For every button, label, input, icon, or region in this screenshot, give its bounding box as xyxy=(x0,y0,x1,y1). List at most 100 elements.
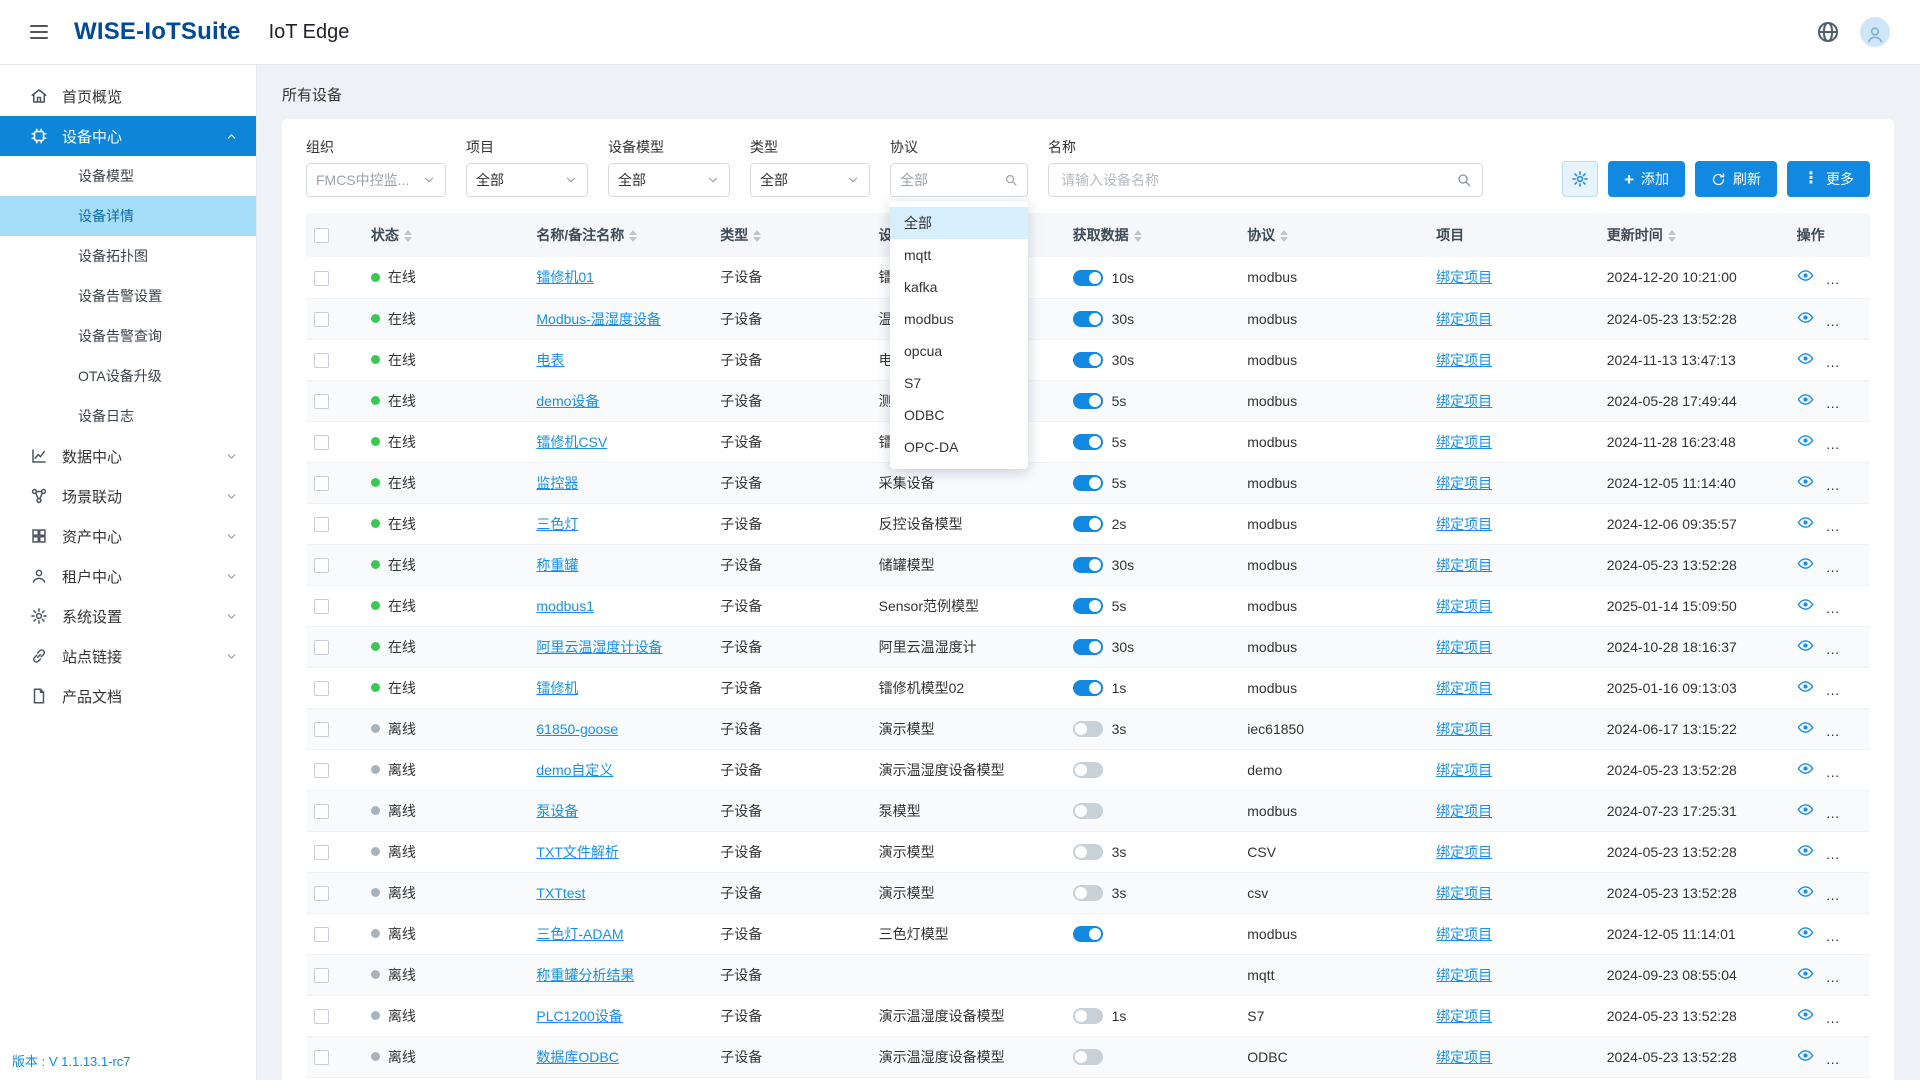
row-settings-gear-icon[interactable] xyxy=(1855,350,1870,367)
project-filter-select[interactable]: 全部 xyxy=(466,163,588,197)
device-name-input[interactable] xyxy=(1059,171,1456,189)
sort-icon[interactable] xyxy=(753,230,761,242)
device-name-link[interactable]: 监控器 xyxy=(536,475,578,491)
preview-eye-icon[interactable] xyxy=(1797,473,1814,490)
sort-icon[interactable] xyxy=(1134,230,1142,242)
protocol-option[interactable]: kafka xyxy=(890,271,1028,303)
protocol-filter-select[interactable]: 全部 xyxy=(890,163,1028,197)
preview-eye-icon[interactable] xyxy=(1797,883,1814,900)
bind-project-link[interactable]: 绑定项目 xyxy=(1436,434,1492,450)
sidebar-item-scene-linkage[interactable]: 场景联动 xyxy=(0,476,256,516)
device-name-link[interactable]: modbus1 xyxy=(536,598,594,614)
sort-icon[interactable] xyxy=(629,230,637,242)
row-settings-gear-icon[interactable] xyxy=(1855,883,1870,900)
sort-icon[interactable] xyxy=(404,230,412,242)
preview-eye-icon[interactable] xyxy=(1797,555,1814,572)
type-filter-select[interactable]: 全部 xyxy=(750,163,870,197)
device-name-link[interactable]: Modbus-温湿度设备 xyxy=(536,311,660,327)
collect-data-toggle[interactable] xyxy=(1073,311,1103,327)
collect-data-toggle[interactable] xyxy=(1073,598,1103,614)
col-header-fetch[interactable]: 获取数据 xyxy=(1065,213,1240,257)
preview-eye-icon[interactable] xyxy=(1797,637,1814,654)
row-checkbox[interactable] xyxy=(314,681,329,696)
preview-eye-icon[interactable] xyxy=(1797,924,1814,941)
row-checkbox[interactable] xyxy=(314,968,329,983)
row-checkbox[interactable] xyxy=(314,845,329,860)
collect-data-toggle[interactable] xyxy=(1073,393,1103,409)
row-settings-gear-icon[interactable] xyxy=(1855,309,1870,326)
protocol-option[interactable]: 全部 xyxy=(890,207,1028,239)
row-checkbox[interactable] xyxy=(314,722,329,737)
row-checkbox[interactable] xyxy=(314,804,329,819)
collect-data-toggle[interactable] xyxy=(1073,885,1103,901)
col-header-type[interactable]: 类型 xyxy=(712,213,870,257)
row-checkbox[interactable] xyxy=(314,435,329,450)
bind-project-link[interactable]: 绑定项目 xyxy=(1436,1049,1492,1065)
bind-project-link[interactable]: 绑定项目 xyxy=(1436,475,1492,491)
device-name-link[interactable]: PLC1200设备 xyxy=(536,1008,622,1024)
collect-data-toggle[interactable] xyxy=(1073,803,1103,819)
avatar[interactable] xyxy=(1860,17,1890,47)
bind-project-link[interactable]: 绑定项目 xyxy=(1436,721,1492,737)
collect-data-toggle[interactable] xyxy=(1073,270,1103,286)
column-settings-button[interactable] xyxy=(1562,161,1598,197)
preview-eye-icon[interactable] xyxy=(1797,1006,1814,1023)
sidebar-item-device-center[interactable]: 设备中心 xyxy=(0,116,256,156)
sidebar-subitem-device-detail[interactable]: 设备详情 xyxy=(0,196,256,236)
collect-data-toggle[interactable] xyxy=(1073,680,1103,696)
bind-project-link[interactable]: 绑定项目 xyxy=(1436,680,1492,696)
org-filter-select[interactable]: FMCS中控监... xyxy=(306,163,446,197)
refresh-button[interactable]: 刷新 xyxy=(1695,161,1777,197)
collect-data-toggle[interactable] xyxy=(1073,352,1103,368)
protocol-option[interactable]: mqtt xyxy=(890,239,1028,271)
protocol-option[interactable]: S7 xyxy=(890,367,1028,399)
device-name-link[interactable]: TXTtest xyxy=(536,885,585,901)
col-header-protocol[interactable]: 协议 xyxy=(1239,213,1428,257)
row-checkbox[interactable] xyxy=(314,927,329,942)
bind-project-link[interactable]: 绑定项目 xyxy=(1436,393,1492,409)
collect-data-toggle[interactable] xyxy=(1073,926,1103,942)
bind-project-link[interactable]: 绑定项目 xyxy=(1436,269,1492,285)
protocol-option[interactable]: opcua xyxy=(890,335,1028,367)
preview-eye-icon[interactable] xyxy=(1797,760,1814,777)
sidebar-item-system-settings[interactable]: 系统设置 xyxy=(0,596,256,636)
bind-project-link[interactable]: 绑定项目 xyxy=(1436,311,1492,327)
collect-data-toggle[interactable] xyxy=(1073,844,1103,860)
row-settings-gear-icon[interactable] xyxy=(1855,473,1870,490)
bind-project-link[interactable]: 绑定项目 xyxy=(1436,885,1492,901)
device-name-link[interactable]: demo自定义 xyxy=(536,762,613,778)
row-checkbox[interactable] xyxy=(314,353,329,368)
preview-eye-icon[interactable] xyxy=(1797,842,1814,859)
device-name-link[interactable]: 镭修机 xyxy=(536,680,578,696)
row-checkbox[interactable] xyxy=(314,1009,329,1024)
bind-project-link[interactable]: 绑定项目 xyxy=(1436,844,1492,860)
device-name-link[interactable]: 称重罐分析结果 xyxy=(536,967,634,983)
row-checkbox[interactable] xyxy=(314,558,329,573)
bind-project-link[interactable]: 绑定项目 xyxy=(1436,516,1492,532)
row-checkbox[interactable] xyxy=(314,640,329,655)
row-settings-gear-icon[interactable] xyxy=(1855,267,1870,284)
row-checkbox[interactable] xyxy=(314,476,329,491)
bind-project-link[interactable]: 绑定项目 xyxy=(1436,967,1492,983)
row-settings-gear-icon[interactable] xyxy=(1855,432,1870,449)
sidebar-item-site-links[interactable]: 站点链接 xyxy=(0,636,256,676)
preview-eye-icon[interactable] xyxy=(1797,1047,1814,1064)
sidebar-subitem-device-alarm-setting[interactable]: 设备告警设置 xyxy=(0,276,256,316)
device-name-search[interactable] xyxy=(1048,163,1483,197)
row-checkbox[interactable] xyxy=(314,517,329,532)
row-settings-gear-icon[interactable] xyxy=(1855,719,1870,736)
bind-project-link[interactable]: 绑定项目 xyxy=(1436,639,1492,655)
row-checkbox[interactable] xyxy=(314,271,329,286)
device-name-link[interactable]: 三色灯-ADAM xyxy=(536,926,623,942)
sidebar-item-home[interactable]: 首页概览 xyxy=(0,76,256,116)
preview-eye-icon[interactable] xyxy=(1797,678,1814,695)
collect-data-toggle[interactable] xyxy=(1073,1049,1103,1065)
sidebar-item-data-center[interactable]: 数据中心 xyxy=(0,436,256,476)
sidebar-subitem-device-topology[interactable]: 设备拓扑图 xyxy=(0,236,256,276)
hamburger-menu-icon[interactable] xyxy=(30,21,50,43)
row-checkbox[interactable] xyxy=(314,763,329,778)
row-settings-gear-icon[interactable] xyxy=(1855,596,1870,613)
preview-eye-icon[interactable] xyxy=(1797,391,1814,408)
preview-eye-icon[interactable] xyxy=(1797,596,1814,613)
sidebar-item-product-docs[interactable]: 产品文档 xyxy=(0,676,256,716)
